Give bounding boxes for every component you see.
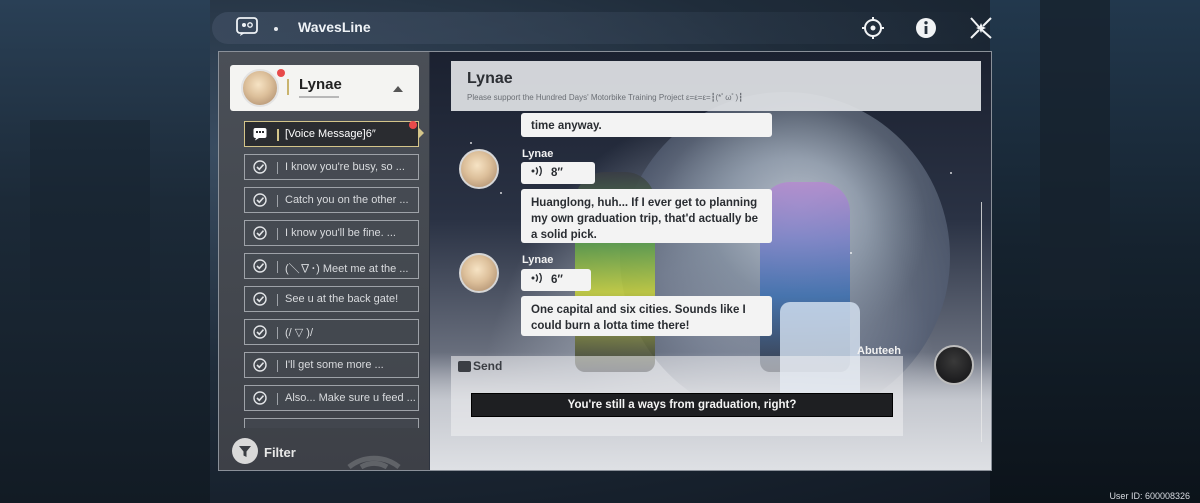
star [500,192,502,194]
voice-duration: 6″ [551,274,563,286]
message-item-label: [Voice Message]6″ [285,128,376,140]
voice-message-bubble[interactable]: 8″ [521,162,595,184]
item-separator [277,162,278,174]
message-text: One capital and six cities. Sounds like … [531,304,746,332]
reply-option-button[interactable]: You're still a ways from graduation, rig… [471,393,893,417]
separator-dot [274,27,278,31]
background-pillar [1040,0,1110,300]
sender-name: Lynae [522,148,554,160]
voice-wave-icon [531,166,542,176]
chat-sticker-icon [236,17,258,36]
message-item-label: Catch you on the other ... [285,194,409,206]
contact-signature: Please support the Hundred Days' Motorbi… [467,93,744,102]
accent-bar [287,79,289,95]
message-item[interactable]: (＼∇･) Meet me at the ... [244,253,419,279]
message-item-label: I'll get some more ... [285,359,384,371]
scrollbar[interactable] [981,202,982,442]
voice-message-icon [253,128,267,141]
message-text: Huanglong, huh... If I ever get to plann… [531,197,759,241]
message-text: time anyway. [531,120,602,132]
user-id: User ID: 600008326 [1109,491,1190,501]
background-structure [30,120,150,300]
check-circle-icon [253,259,267,273]
filter-icon [239,446,251,457]
item-separator [277,393,278,405]
app-title: WavesLine [298,19,371,35]
item-separator [277,228,278,240]
check-circle-icon [253,160,267,174]
message-bubble: time anyway. [521,113,772,137]
star [470,142,472,144]
item-separator [277,360,278,372]
send-icon [458,361,471,372]
message-item-label: Also... Make sure u feed ... [285,392,416,404]
message-item-label: I know you'll be fine. ... [285,227,396,239]
unread-dot [409,121,417,129]
message-item[interactable]: (/ ▽ )/ [244,319,419,345]
unread-dot [277,69,285,77]
message-item[interactable]: I know you're busy, so ... [244,154,419,180]
close-icon[interactable] [969,16,993,40]
waveline-panel: Lynae [Voice Message]6″ I know you're bu… [218,51,992,471]
chat-contact-name: Lynae [467,70,513,87]
check-circle-icon [253,325,267,339]
message-item-label: See u at the back gate! [285,293,399,305]
check-circle-icon [253,292,267,306]
item-separator [277,195,278,207]
message-item-label: I know you're busy, so ... [285,161,405,173]
message-list-panel: Lynae [Voice Message]6″ I know you're bu… [219,52,429,470]
check-circle-icon [253,193,267,207]
voice-duration: 8″ [551,167,563,179]
chat-area: Lynae Please support the Hundred Days' M… [430,52,991,470]
message-item[interactable]: Catch you on the other ... [244,187,419,213]
send-label: Send [473,359,503,373]
message-item[interactable]: See u at the back gate! [244,286,419,312]
contact-avatar [459,149,499,189]
voice-wave-icon [531,273,542,283]
message-item-voice[interactable]: [Voice Message]6″ [244,121,419,147]
signal-decoration-icon [347,455,401,470]
check-circle-icon [253,358,267,372]
check-circle-icon [253,226,267,240]
star [950,172,952,174]
check-circle-icon [253,391,267,405]
message-item-label: (＼∇･) Meet me at the ... [285,263,409,275]
filter-button[interactable] [232,438,258,464]
message-item-label: (/ ▽ )/ [285,327,314,339]
contact-name: Lynae [299,76,342,93]
voice-message-bubble[interactable]: 6″ [521,269,591,291]
star [850,252,852,254]
message-item[interactable]: I know you'll be fine. ... [244,220,419,246]
contact-subtitle [299,96,339,98]
chat-header: Lynae Please support the Hundred Days' M… [451,61,981,111]
filter-label: Filter [264,445,296,460]
self-avatar [934,345,974,385]
contact-selector[interactable]: Lynae [230,65,419,111]
message-bubble: One capital and six cities. Sounds like … [521,296,772,336]
sender-name: Lynae [522,254,554,266]
target-icon[interactable] [861,16,885,40]
item-separator [277,327,278,339]
message-item[interactable]: I'll get some more ... [244,352,419,378]
contact-avatar [459,253,499,293]
item-separator [277,261,278,273]
message-item[interactable]: Also... Make sure u feed ... [244,385,419,411]
caret-up-icon[interactable] [393,86,403,92]
contact-avatar [241,69,279,107]
info-icon[interactable] [914,16,938,40]
selected-pointer-icon [418,127,424,139]
item-separator [277,129,279,141]
item-separator [277,294,278,306]
message-bubble: Huanglong, huh... If I ever get to plann… [521,189,772,243]
